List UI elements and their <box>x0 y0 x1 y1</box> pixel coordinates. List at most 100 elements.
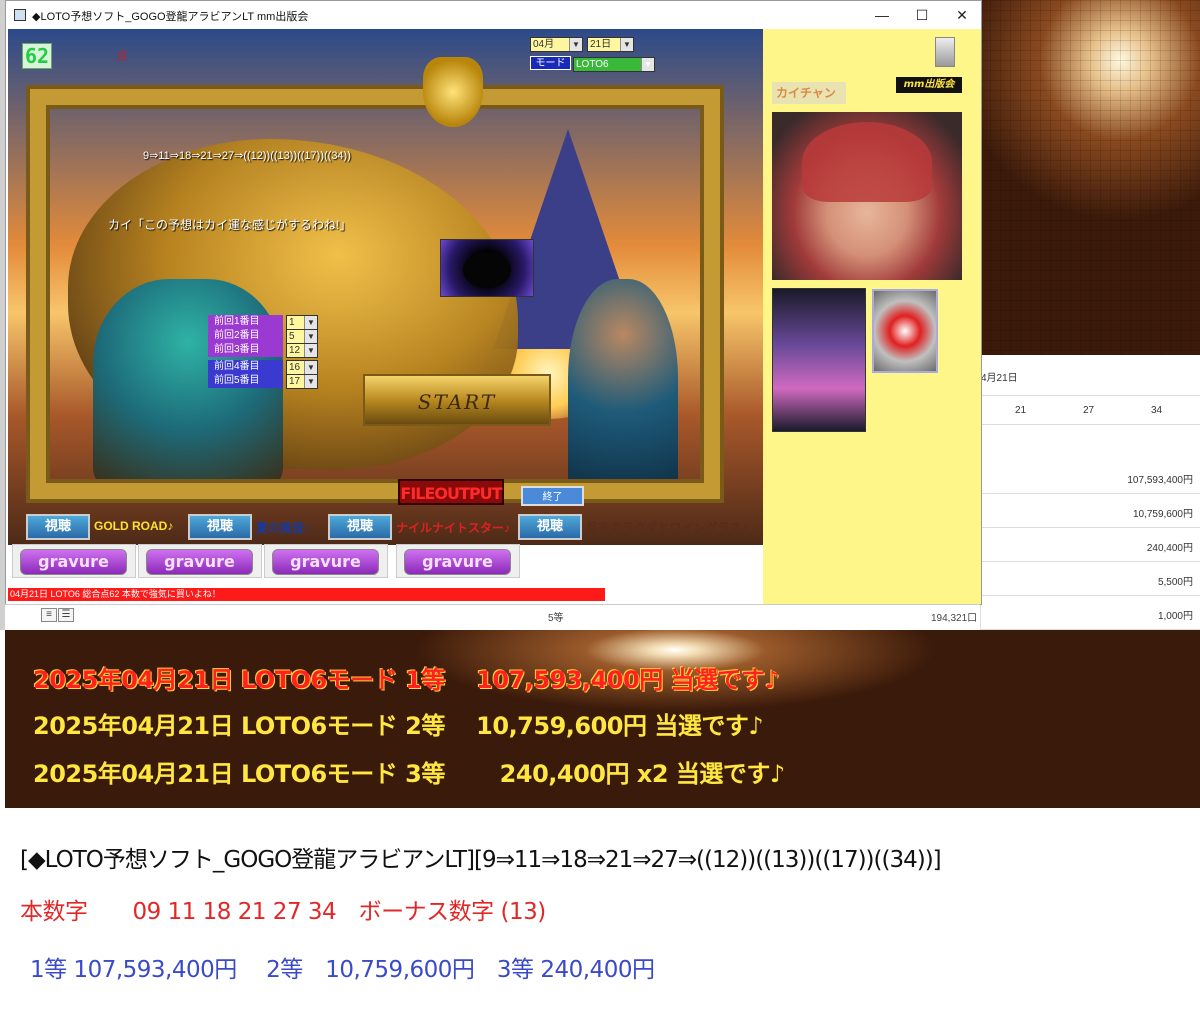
app-icon <box>14 9 26 21</box>
winning-banner: 2025年04月21日 LOTO6モード 1等 107,593,400円 当選で… <box>5 630 1200 808</box>
previous-select[interactable]: 17 ▼ <box>286 374 318 389</box>
song-title: ナイルナイトスター♪ <box>396 521 511 535</box>
maximize-button[interactable]: ☐ <box>902 4 942 26</box>
spreadsheet-row: 5,500円 <box>981 562 1200 596</box>
status-bar: 04月21日 LOTO6 総合点62 本数で強気に買いよね！ <box>8 588 605 601</box>
end-button[interactable]: 終了 <box>521 486 584 506</box>
tab-nav-button[interactable]: ≡ <box>41 608 57 622</box>
day-value: 21日 <box>590 39 612 50</box>
song-title: 夏の風音♪ <box>256 521 311 535</box>
spreadsheet-row: 10,759,600円 <box>981 494 1200 528</box>
chevron-down-icon: ▼ <box>304 316 317 329</box>
character-name: カイチャン <box>772 82 846 104</box>
watch-button[interactable]: 視聴 <box>188 514 252 540</box>
statue-icon[interactable] <box>935 37 955 67</box>
spreadsheet-cell: 5,500円 <box>1157 577 1193 588</box>
previous-value: 12 <box>289 345 301 356</box>
winning-line: 2025年04月21日 LOTO6モード 2等 10,759,600円 当選です… <box>33 712 764 740</box>
spreadsheet-header: 34 <box>1151 405 1163 416</box>
gravure-slot: gravure <box>12 544 136 578</box>
sheet-cell-value: 194,321口 <box>931 613 978 624</box>
speech-text: カイ「この予想はカイ運な感じがするわね!」 <box>108 218 352 232</box>
previous-label: 前回5番目 <box>208 374 283 388</box>
previous-select[interactable]: 1 ▼ <box>286 315 318 330</box>
thumbnail-image[interactable] <box>772 288 866 432</box>
crown-ornament <box>423 57 483 127</box>
gravure-button[interactable]: gravure <box>404 549 511 575</box>
winning-line: 2025年04月21日 LOTO6モード 3等 240,400円 x2 当選です… <box>33 760 785 788</box>
watch-button[interactable]: 視聴 <box>518 514 582 540</box>
character-portrait[interactable] <box>772 112 962 280</box>
prediction-text: 9⇒11⇒18⇒21⇒27⇒((12))((13))((17))((34)) <box>143 150 351 162</box>
tab-nav-button[interactable]: ☰ <box>58 608 74 622</box>
mode-value: LOTO6 <box>576 59 609 70</box>
previous-label: 前回1番目 <box>208 315 283 329</box>
song-title: 月夜のラクダとワイングラス♪ <box>586 521 748 535</box>
mode-select[interactable]: LOTO6 ▼ <box>573 57 655 72</box>
video-preview[interactable] <box>440 239 534 297</box>
prize-amounts: 1等 107,593,400円 2等 10,759,600円 3等 240,40… <box>30 957 655 983</box>
day-select[interactable]: 21日 ▼ <box>587 37 634 52</box>
previous-label: 前回2番目 <box>208 329 283 343</box>
previous-select[interactable]: 16 ▼ <box>286 360 318 375</box>
spreadsheet-cell: 1,000円 <box>1157 611 1193 622</box>
mode-label: モード <box>530 56 571 70</box>
spreadsheet-header: 21 <box>1015 405 1027 416</box>
previous-label: 前回3番目 <box>208 343 283 357</box>
spreadsheet-header: 27 <box>1083 405 1095 416</box>
previous-value: 5 <box>289 331 295 342</box>
song-title: GOLD ROAD♪ <box>94 519 174 533</box>
sheet-cell-label: 5等 <box>548 613 564 624</box>
chevron-down-icon: ▼ <box>304 330 317 343</box>
gravure-slot: gravure <box>264 544 388 578</box>
previous-value: 17 <box>289 376 301 387</box>
spreadsheet-date: 4月21日 <box>981 373 1018 384</box>
spreadsheet-row: 1,000円 <box>981 596 1200 630</box>
previous-label: 前回4番目 <box>208 360 283 374</box>
chevron-down-icon: ▼ <box>569 38 582 51</box>
spreadsheet-cell: 10,759,600円 <box>1132 509 1193 520</box>
month-value: 04月 <box>533 39 555 50</box>
gravure-slot: gravure <box>396 544 520 578</box>
chevron-down-icon: ▼ <box>641 58 654 71</box>
publisher-label: mm出版会 <box>896 77 962 93</box>
watch-button[interactable]: 視聴 <box>328 514 392 540</box>
winning-line: 2025年04月21日 LOTO6モード 1等 107,593,400円 当選で… <box>33 666 780 694</box>
previous-value: 1 <box>289 317 295 328</box>
gravure-button[interactable]: gravure <box>146 549 253 575</box>
background-glow-image <box>980 0 1200 355</box>
chevron-down-icon: ▼ <box>304 361 317 374</box>
spreadsheet-header-row: 21 27 34 <box>981 395 1200 425</box>
month-select[interactable]: 04月 ▼ <box>530 37 583 52</box>
chevron-down-icon: ▼ <box>620 38 633 51</box>
spreadsheet-row: 240,400円 <box>981 528 1200 562</box>
spreadsheet-cell: 240,400円 <box>1146 543 1193 554</box>
gravure-slot: gravure <box>138 544 262 578</box>
previous-select[interactable]: 5 ▼ <box>286 329 318 344</box>
previous-value: 16 <box>289 362 301 373</box>
thumbnail-image[interactable] <box>872 289 938 373</box>
start-button[interactable]: START <box>363 374 551 426</box>
winning-numbers: 本数字 09 11 18 21 27 34 ボーナス数字 (13) <box>20 899 546 925</box>
game-scene: 62 点 04月 ▼ 21日 ▼ モード LOTO6 ▼ 9⇒11⇒18⇒21⇒… <box>8 29 763 545</box>
previous-select[interactable]: 12 ▼ <box>286 343 318 358</box>
spreadsheet-row: 107,593,400円 <box>981 460 1200 494</box>
sheet-tab-bar: ≡ ☰ 5等 194,321口 <box>5 604 980 630</box>
golden-frame <box>30 89 720 499</box>
window-title: ◆LOTO予想ソフト_GOGO登龍アラビアンLT mm出版会 <box>32 11 309 23</box>
watch-button[interactable]: 視聴 <box>26 514 90 540</box>
spreadsheet-cell: 107,593,400円 <box>1127 475 1193 486</box>
score-unit: 点 <box>116 49 129 63</box>
app-window: ◆LOTO予想ソフト_GOGO登龍アラビアンLT mm出版会 — ☐ ✕ 62 … <box>5 0 982 605</box>
chevron-down-icon: ▼ <box>304 375 317 388</box>
gravure-button[interactable]: gravure <box>272 549 379 575</box>
chevron-down-icon: ▼ <box>304 344 317 357</box>
close-button[interactable]: ✕ <box>942 4 982 26</box>
score-display: 62 <box>22 43 53 69</box>
background-spreadsheet: 4月21日 21 27 34 107,593,400円 10,759,600円 … <box>980 355 1200 630</box>
result-title: [◆LOTO予想ソフト_GOGO登龍アラビアンLT][9⇒11⇒18⇒21⇒27… <box>20 847 942 873</box>
title-bar[interactable]: ◆LOTO予想ソフト_GOGO登龍アラビアンLT mm出版会 — ☐ ✕ <box>6 1 981 29</box>
minimize-button[interactable]: — <box>862 4 902 26</box>
file-output-button[interactable]: FILEOUTPUT <box>398 479 504 505</box>
gravure-button[interactable]: gravure <box>20 549 127 575</box>
